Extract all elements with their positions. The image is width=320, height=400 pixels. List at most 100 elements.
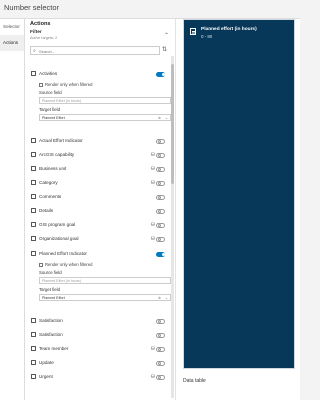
field-toggle[interactable] [156,71,165,77]
field-toggle[interactable] [156,374,165,380]
toggle-knob [157,209,161,214]
database-icon[interactable]: ⛁ [151,166,155,172]
target-field-value: Planned Effort [42,296,65,300]
table-icon [31,166,36,171]
field-toggle[interactable] [156,251,165,257]
render-only-option[interactable]: Render only when filtered [39,261,171,269]
table-icon [31,222,36,227]
field-label: Activities [39,70,58,76]
toggle-knob [157,181,161,186]
field-row[interactable]: GIS program goal ⛁ [26,220,172,230]
search-input[interactable] [39,48,157,54]
field-toggle[interactable] [156,180,165,186]
toggle-knob [157,167,161,172]
field-row[interactable]: Category ⛁ [26,178,172,188]
table-icon [31,251,36,256]
source-field-input[interactable]: Planned Effort (in hours) [39,97,171,104]
table-icon [31,208,36,213]
left-tab-bar: Selector Actions [0,19,25,400]
field-toggle[interactable] [156,236,165,242]
number-selector-widget: Planned effort (in hours) 0 - 80 [183,19,295,369]
scrollbar[interactable] [171,56,174,398]
table-icon [31,71,36,76]
field-toggle[interactable] [156,166,165,172]
target-field-value: Planned Effort [42,116,65,120]
toggle-knob [157,237,161,242]
sort-icon[interactable]: ⇅ [162,46,167,53]
field-row[interactable]: Activities [26,69,172,79]
field-row[interactable]: Satisfaction [26,316,172,326]
toggle-knob [157,347,161,352]
clear-icon[interactable]: ⊗ [158,115,161,121]
widget-range: 0 - 80 [201,34,213,39]
database-icon[interactable]: ⛁ [151,346,155,352]
field-toggle[interactable] [156,208,165,214]
clear-icon[interactable]: ⊗ [158,295,161,301]
app-title: Number selector [4,3,60,12]
field-row[interactable]: Details [26,206,172,216]
field-row[interactable]: Business unit ⛁ [26,164,172,174]
field-toggle[interactable] [156,194,165,200]
tab-actions[interactable]: Actions [0,35,24,51]
field-row[interactable]: Team member ⛁ [26,344,172,354]
field-row[interactable]: Urgent ⛁ [26,372,172,382]
search-row: ⌕ ⇅ [26,44,175,58]
field-toggle[interactable] [156,222,165,228]
database-icon[interactable]: ⛁ [151,152,155,158]
render-label: Render only when filtered [45,82,93,87]
field-row[interactable]: Comments [26,192,172,202]
field-toggle[interactable] [156,346,165,352]
database-icon[interactable]: ⛁ [151,222,155,228]
actions-header: Actions [30,21,51,27]
field-label: Category [39,179,58,185]
tab-selector[interactable]: Selector [0,19,24,35]
field-row[interactable]: Update [26,358,172,368]
toggle-knob [157,195,161,200]
table-icon [31,236,36,241]
field-label: Planned Effort Indicator [39,250,87,256]
field-row[interactable]: Actual Effort Indicator [26,136,172,146]
field-settings-expanded: Render only when filtered Source field Pla… [39,81,171,121]
database-icon[interactable]: ⛁ [151,374,155,380]
field-toggle[interactable] [156,360,165,366]
field-label: Business unit [39,165,67,171]
filter-section-header[interactable]: Filter Active targets: 2 ⌃ [26,30,175,44]
table-icon [31,346,36,351]
render-only-option[interactable]: Render only when filtered [39,81,171,89]
source-field-label: Source field [39,90,62,95]
table-icon [31,318,36,323]
target-field-label: Target field [39,287,61,292]
toggle-knob [161,252,165,257]
scrollbar-thumb[interactable] [171,64,174,184]
toggle-knob [157,375,161,380]
actions-settings-panel: Actions Filter Active targets: 2 ⌃ ⌕ ⇅ A… [26,19,176,400]
field-label: Organizational goal [39,235,79,241]
chevron-down-icon[interactable]: ⌄ [165,115,168,121]
toggle-knob [161,72,165,77]
render-checkbox[interactable] [39,262,43,267]
field-row[interactable]: Planned Effort Indicator [26,249,172,259]
chevron-down-icon[interactable]: ⌄ [165,295,168,301]
render-checkbox[interactable] [39,82,43,87]
field-label: Actual Effort Indicator [39,137,83,143]
database-icon[interactable]: ⛁ [151,236,155,242]
toggle-knob [157,361,161,366]
filter-title: Filter [30,30,42,35]
data-table-label[interactable]: Data table [183,378,206,384]
list-icon [190,28,196,35]
target-field-select[interactable]: Planned Effort ⊗ ⌄ [39,294,171,301]
target-field-select[interactable]: Planned Effort ⊗ ⌄ [39,114,171,121]
field-toggle[interactable] [156,332,165,338]
chevron-up-icon[interactable]: ⌃ [164,32,169,39]
filter-subtitle: Active targets: 2 [30,36,58,40]
field-label: Satisfaction [39,331,63,337]
field-toggle[interactable] [156,138,165,144]
source-field-input[interactable]: Planned Effort (in hours) [39,277,171,284]
database-icon[interactable]: ⛁ [151,180,155,186]
field-row[interactable]: ArcGIS capability ⛁ [26,150,172,160]
field-toggle[interactable] [156,152,165,158]
field-row[interactable]: Organizational goal ⛁ [26,234,172,244]
field-row[interactable]: Satisfaction [26,330,172,340]
field-toggle[interactable] [156,318,165,324]
table-icon [31,194,36,199]
